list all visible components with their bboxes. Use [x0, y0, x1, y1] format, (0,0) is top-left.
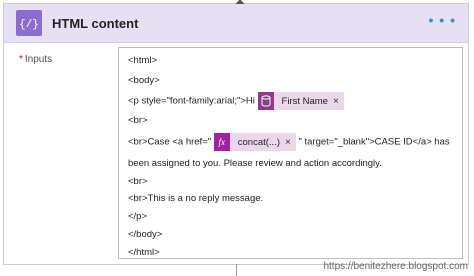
content-line-with-token: <p style="font-family:arial;">Hi First N… [128, 92, 344, 110]
watermark: https://benitezhere.blogspot.com [323, 261, 468, 272]
action-title: HTML content [52, 15, 139, 31]
content-line: <body> [128, 75, 160, 86]
svg-text:{/}: {/} [20, 19, 38, 30]
content-line: <html> [128, 55, 158, 66]
content-line: <br> [128, 115, 148, 126]
function-icon: fx [213, 133, 230, 151]
content-line: been assigned to you. Please review and … [128, 158, 382, 169]
action-header[interactable]: {/} HTML content • • • [4, 4, 468, 43]
token-label: concat(...) [237, 136, 281, 148]
content-line-with-token: <br>Case <a href=" fx concat(...) × " ta… [128, 133, 450, 151]
code-braces-icon: {/} [16, 10, 42, 36]
more-options-button[interactable]: • • • [429, 12, 456, 28]
remove-token-icon[interactable]: × [333, 96, 344, 107]
flow-connector-line [236, 264, 237, 276]
content-line: </p> [128, 211, 148, 222]
token-label: First Name [281, 95, 328, 107]
inputs-field[interactable]: <html> <body> <p style="font-family:aria… [118, 47, 463, 259]
first-name-token[interactable]: First Name × [257, 92, 344, 110]
required-marker: * [19, 54, 23, 65]
variable-icon [257, 92, 274, 110]
remove-token-icon[interactable]: × [285, 137, 296, 148]
concat-expression-token[interactable]: fx concat(...) × [213, 133, 296, 151]
inputs-label: * Inputs [19, 54, 53, 65]
content-line: </body> [128, 229, 163, 240]
content-line: </html> [128, 247, 160, 258]
content-line: <br> [128, 176, 148, 187]
action-card: {/} HTML content • • • * Inputs <html> <b… [3, 0, 469, 265]
content-line: <br>This is a no reply message. [128, 193, 264, 204]
